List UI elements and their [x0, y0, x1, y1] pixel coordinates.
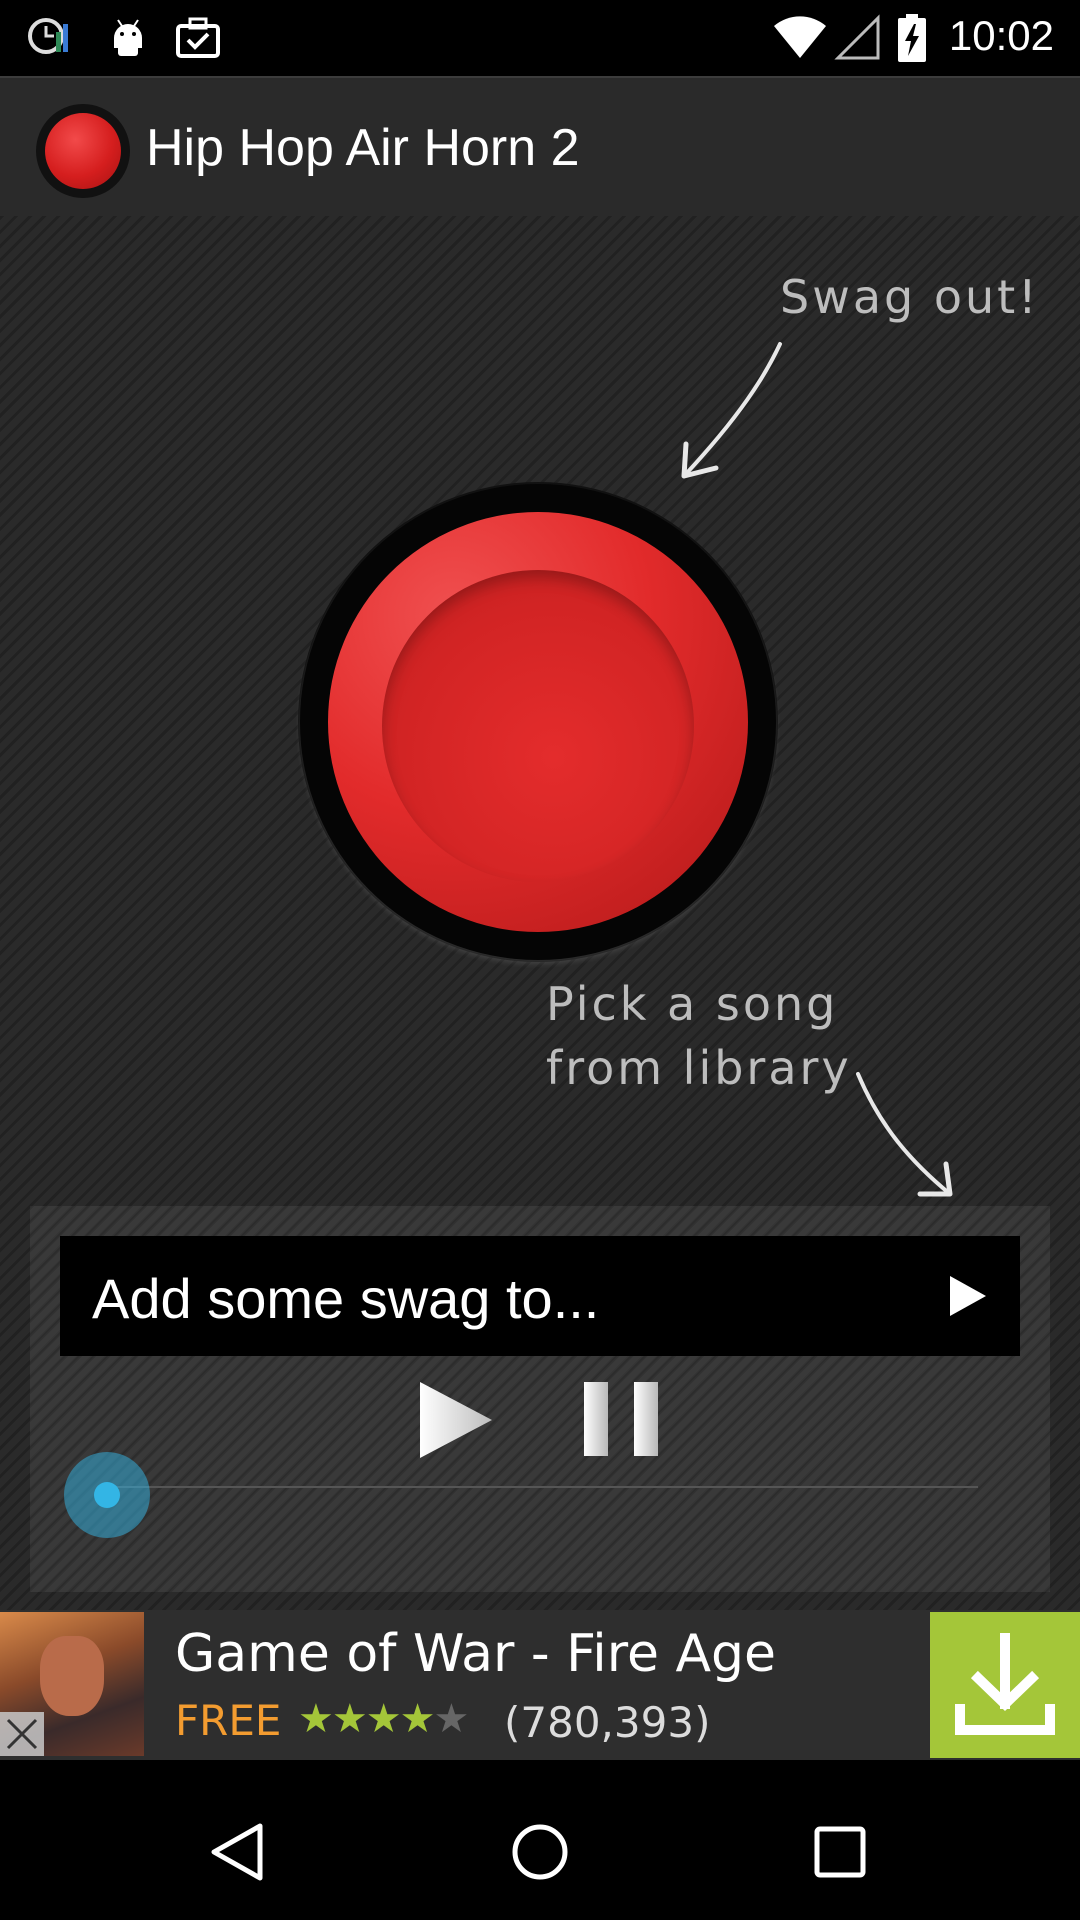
hint-pick-line2: from library	[546, 1041, 852, 1095]
red-button-icon[interactable]	[36, 104, 130, 198]
pause-bar-right	[634, 1382, 658, 1456]
ad-banner[interactable]: Game of War - Fire Age FREE ★★★★★ (780,3…	[0, 1610, 1080, 1760]
ad-warrior-image	[40, 1636, 104, 1716]
hint-pick-song: Pick a song from library	[546, 972, 852, 1100]
close-icon[interactable]	[0, 1712, 44, 1756]
air-horn-button-face	[328, 512, 748, 932]
pause-bar-left	[584, 1382, 608, 1456]
air-horn-button-center	[382, 570, 694, 882]
pause-icon[interactable]	[582, 1378, 664, 1460]
arrow-down-left-icon	[681, 342, 782, 479]
status-bar: 10:02	[0, 0, 1080, 76]
home-icon[interactable]	[500, 1812, 580, 1892]
rating-star-icon: ★	[298, 1697, 334, 1741]
seek-thumb[interactable]	[64, 1452, 150, 1538]
rating-star-icon: ★	[399, 1697, 436, 1741]
back-icon[interactable]	[200, 1812, 280, 1892]
rating-star-icon: ★	[433, 1697, 469, 1741]
wifi-icon	[774, 16, 826, 58]
recents-icon[interactable]	[800, 1812, 880, 1892]
android-icon	[114, 19, 142, 56]
rating-star-icon: ★	[365, 1697, 402, 1741]
arrow-down-right-icon	[856, 1072, 953, 1197]
hint-swag-out: Swag out!	[780, 270, 1040, 324]
action-bar: Hip Hop Air Horn 2	[0, 76, 1080, 218]
hint-pick-line1: Pick a song	[546, 977, 839, 1031]
briefcase-check-icon	[176, 17, 220, 58]
ad-download-button[interactable]	[930, 1612, 1080, 1758]
seek-track[interactable]	[108, 1486, 978, 1488]
navigation-bar	[0, 1776, 1080, 1920]
status-time: 10:02	[948, 12, 1054, 59]
air-horn-button[interactable]	[300, 484, 776, 960]
song-picker-label: Add some swag to...	[92, 1267, 600, 1330]
ad-rating-stars: ★★★★★	[298, 1696, 469, 1742]
play-icon[interactable]	[414, 1378, 498, 1462]
main-content: Swag out! Pick a song from library Add s…	[0, 216, 1080, 1610]
ad-price: FREE	[175, 1696, 282, 1745]
rating-star-icon: ★	[331, 1697, 368, 1741]
download-icon	[955, 1633, 1055, 1735]
app-title: Hip Hop Air Horn 2	[146, 119, 580, 177]
chevron-right-icon	[950, 1276, 986, 1316]
song-picker[interactable]: Add some swag to...	[60, 1236, 1020, 1356]
player-panel: Add some swag to...	[30, 1206, 1050, 1592]
ad-review-count: (780,393)	[504, 1698, 711, 1747]
ad-title: Game of War - Fire Age	[175, 1624, 777, 1684]
clock-chart-icon	[28, 18, 68, 54]
signal-icon	[834, 14, 880, 60]
battery-charging-icon	[898, 14, 926, 62]
